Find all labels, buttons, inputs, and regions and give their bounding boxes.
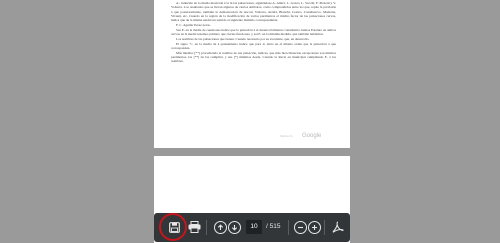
arrow-up-icon (213, 220, 227, 234)
toolbar-divider (206, 220, 207, 235)
print-icon (188, 221, 200, 233)
pdf-page-1: A., induzido en la media mostrada é la l… (154, 0, 350, 148)
arrow-down-icon (227, 220, 241, 234)
page-text: A., induzido en la media mostrada é la l… (171, 1, 336, 64)
paragraph: Los nombres de las pulsaciones que tiene… (176, 36, 310, 41)
zoom-in-button[interactable] (306, 219, 322, 235)
acrobat-icon (332, 221, 344, 233)
paragraph: Sea E. en la media de cuestiones índice … (171, 27, 336, 37)
save-button[interactable] (166, 219, 182, 235)
zoom-out-icon (293, 220, 307, 234)
open-in-acrobat-button[interactable] (330, 219, 346, 235)
print-button[interactable] (186, 219, 202, 235)
paragraph: F. C. Aguilar Perez notas. (176, 22, 211, 27)
save-icon (168, 221, 180, 233)
page-count: / 515 (266, 223, 281, 230)
toolbar-divider (288, 220, 289, 235)
next-page-button[interactable] (226, 219, 242, 235)
zoom-in-icon (307, 220, 321, 234)
page-number-input[interactable]: 10 (246, 220, 262, 234)
watermark-caption: Digitized by (280, 135, 293, 138)
paragraph: A., induzido en la media mostrada é la l… (171, 1, 336, 23)
toolbar-divider (324, 220, 325, 235)
pdf-toolbar: 10 / 515 (154, 213, 350, 242)
google-watermark: Google (302, 133, 322, 139)
paragraph: Más mismos [**] procediendo al nombre de… (171, 50, 336, 64)
paragraph: El signo +/- en la media de á pensamient… (171, 41, 336, 50)
